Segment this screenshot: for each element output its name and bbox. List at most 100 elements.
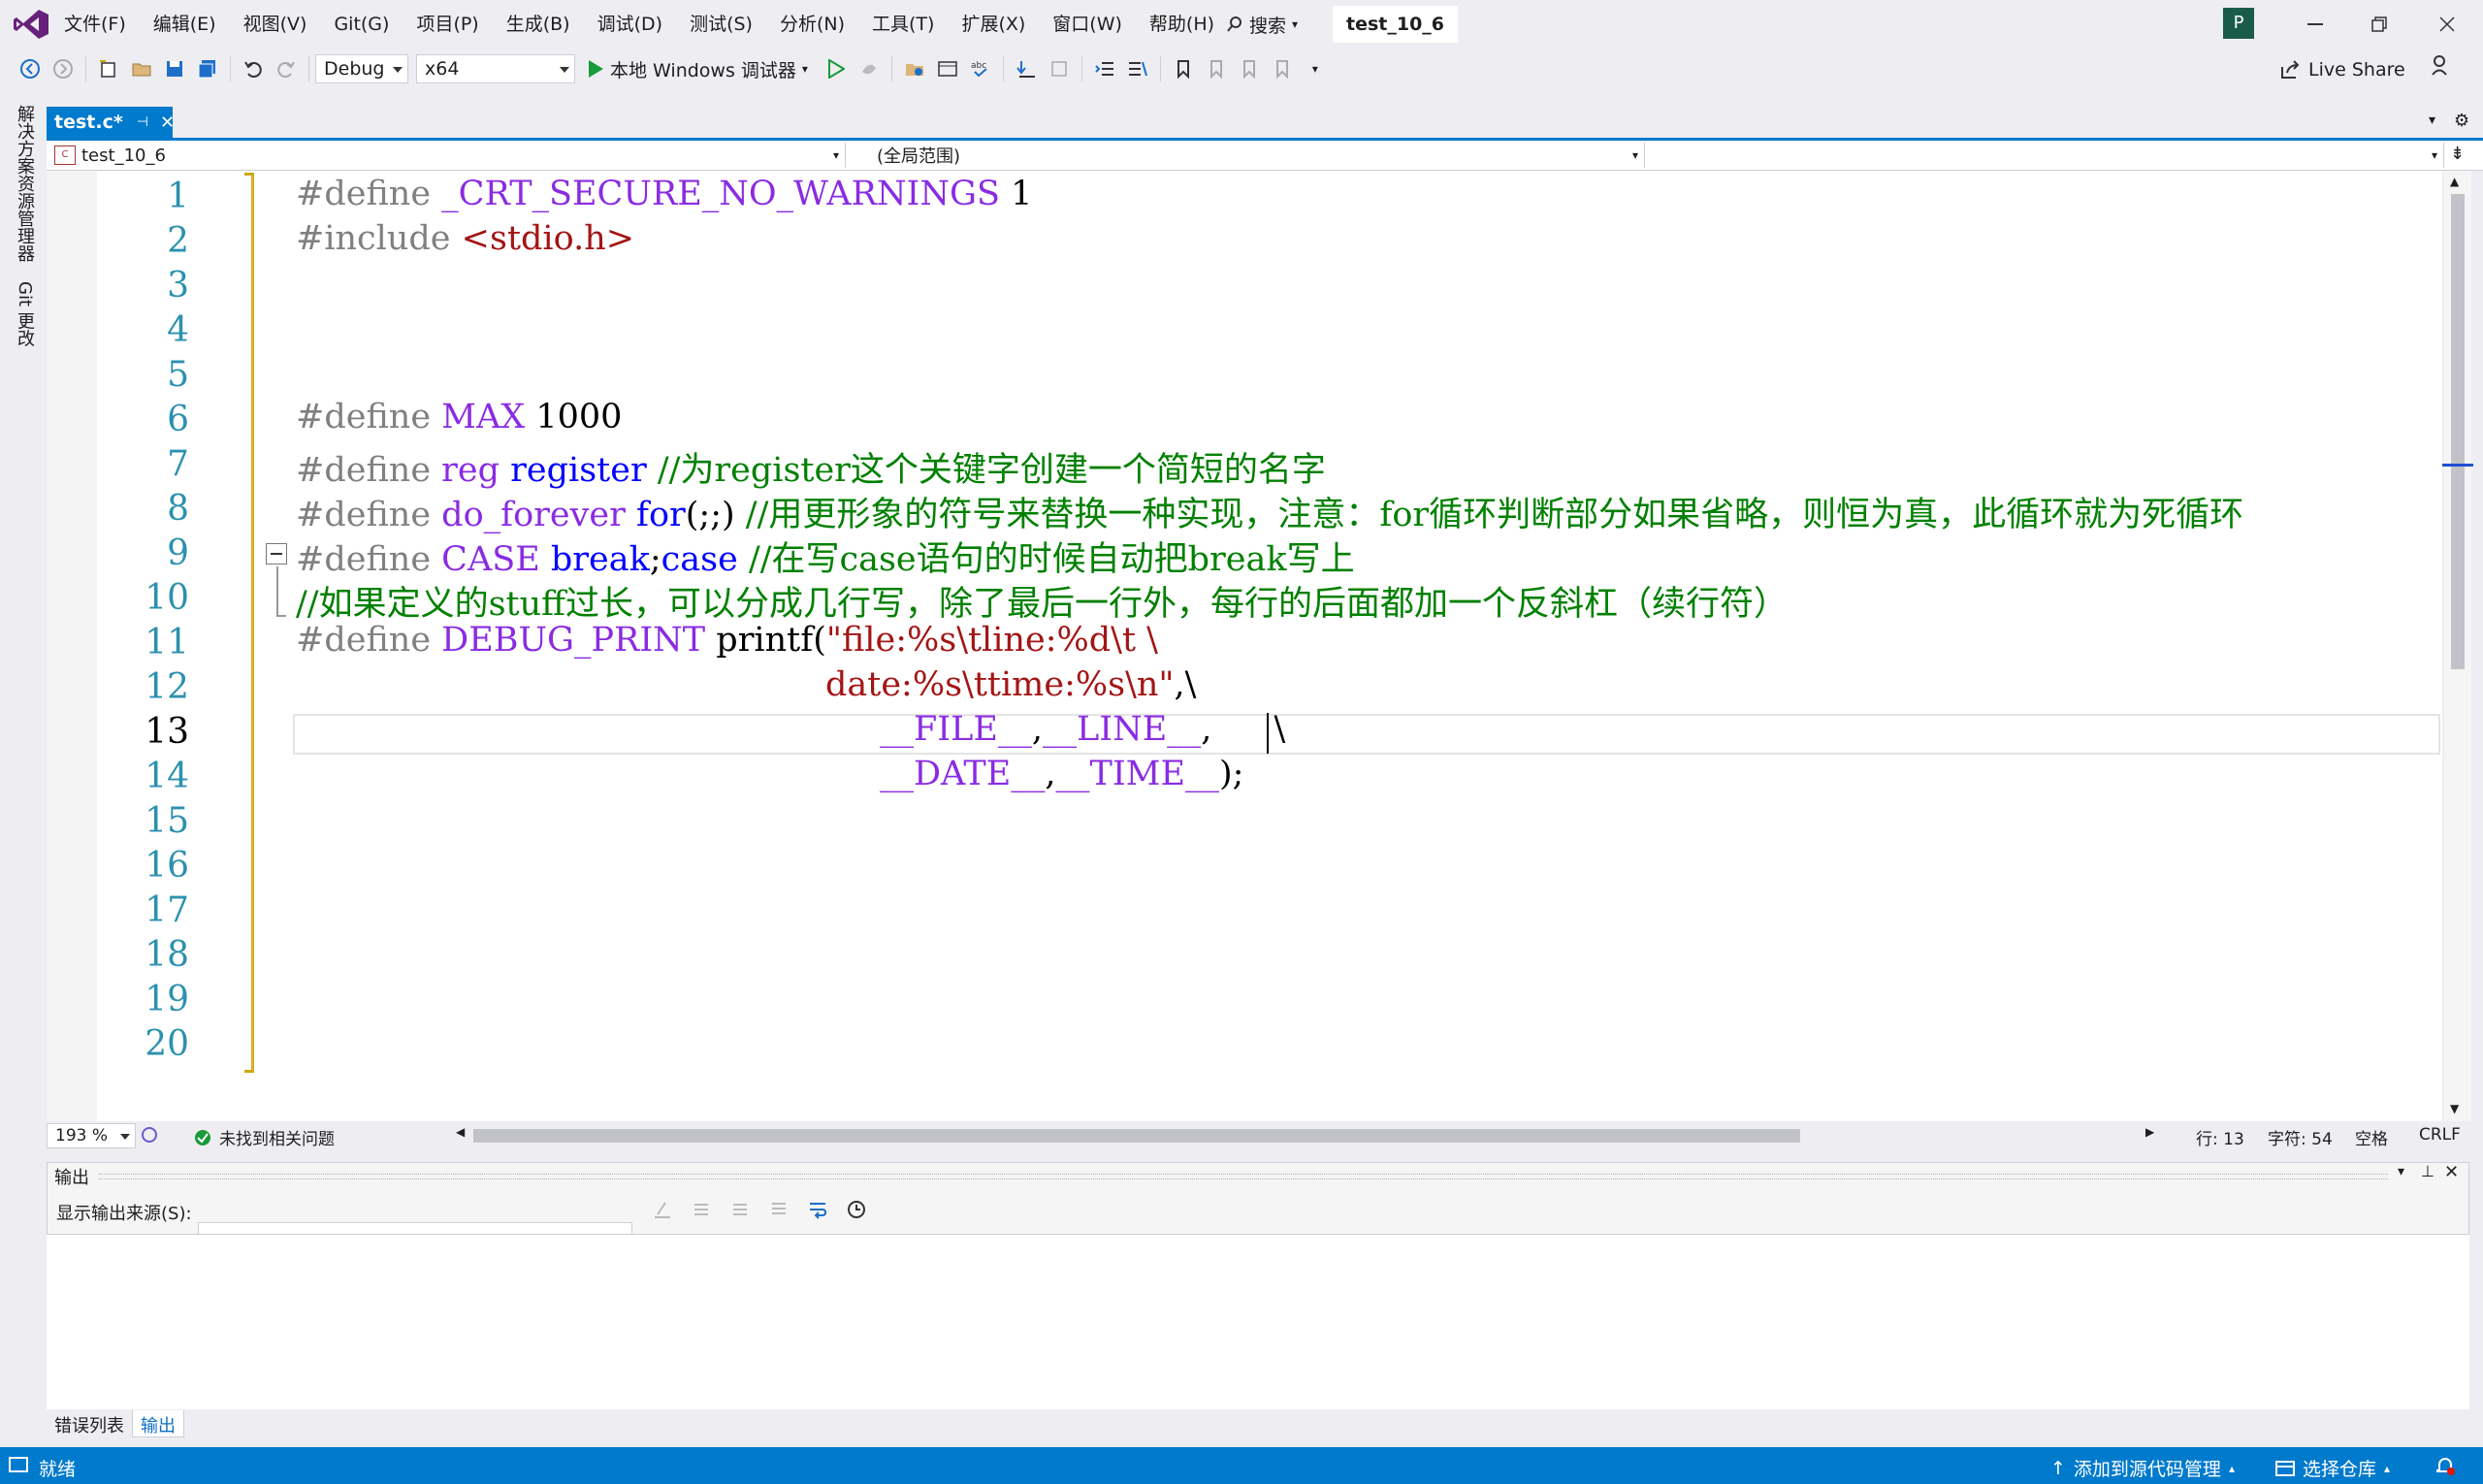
close-window-button[interactable]: [2415, 0, 2479, 48]
toolbar-overflow-icon[interactable]: ▾: [1302, 55, 1329, 82]
scroll-left-icon[interactable]: ◀: [456, 1125, 465, 1139]
arrow-up-icon: ↑: [2050, 1457, 2066, 1479]
menu-window[interactable]: 窗口(W): [1039, 0, 1136, 48]
vertical-scrollbar-thumb[interactable]: [2451, 194, 2465, 669]
notifications-bell-icon[interactable]: [2435, 1455, 2456, 1476]
line-number: 14: [145, 757, 189, 796]
member-dropdown[interactable]: ▾: [1647, 143, 2444, 168]
clear-bookmarks-icon[interactable]: [1269, 55, 1296, 82]
open-folder-icon[interactable]: [128, 55, 155, 82]
line-number: 4: [167, 310, 189, 350]
tab-error-list[interactable]: 错误列表: [47, 1410, 132, 1437]
navigate-back-icon[interactable]: [16, 55, 44, 82]
line-number: 18: [145, 935, 189, 975]
whitespace-indicator[interactable]: 空格: [2355, 1125, 2388, 1149]
line-ending-indicator[interactable]: CRLF: [2419, 1125, 2461, 1145]
save-all-icon[interactable]: [194, 55, 221, 82]
platform-select[interactable]: x64: [416, 54, 575, 83]
git-changes-tab[interactable]: Git 更改: [12, 281, 37, 347]
line-number: 15: [145, 801, 189, 841]
issues-indicator[interactable]: 未找到相关问题: [194, 1125, 335, 1149]
zoom-select[interactable]: 193 %: [47, 1123, 136, 1148]
start-debugging-button[interactable]: 本地 Windows 调试器 ▾: [587, 56, 808, 82]
add-to-source-control-button[interactable]: ↑ 添加到源代码管理 ▴: [2050, 1455, 2235, 1481]
menu-analyze[interactable]: 分析(N): [766, 0, 858, 48]
hot-reload-icon[interactable]: [855, 55, 883, 82]
scroll-down-icon[interactable]: ▼: [2450, 1102, 2459, 1115]
menu-build[interactable]: 生成(B): [493, 0, 584, 48]
horizontal-scrollbar-thumb[interactable]: [473, 1129, 1800, 1143]
spell-check-icon[interactable]: abc: [967, 55, 994, 82]
account-avatar[interactable]: P: [2223, 8, 2254, 39]
char-indicator[interactable]: 字符: 54: [2268, 1125, 2333, 1149]
scroll-right-icon[interactable]: ▶: [2145, 1125, 2154, 1139]
line-number: 7: [167, 444, 189, 484]
menu-project[interactable]: 项目(P): [403, 0, 492, 48]
previous-message-icon[interactable]: [691, 1199, 712, 1220]
live-share-button[interactable]: Live Share: [2279, 52, 2405, 87]
restore-button[interactable]: [2347, 0, 2411, 48]
check-circle-icon: [194, 1129, 211, 1146]
close-icon[interactable]: ✕: [2444, 1162, 2459, 1182]
svg-text:abc: abc: [971, 61, 986, 71]
line-number: 2: [167, 221, 189, 261]
line-indicator[interactable]: 行: 13: [2196, 1125, 2244, 1149]
tab-test-c[interactable]: test.c* ⊣ ✕: [47, 107, 175, 138]
restore-icon: [2371, 16, 2387, 32]
split-view-icon[interactable]: ⇟: [2450, 144, 2465, 164]
code-cleanup-icon[interactable]: [140, 1125, 159, 1145]
code-line-1: #define _CRT_SECURE_NO_WARNINGS 1: [296, 175, 1033, 213]
solution-explorer-tab[interactable]: 解决方案资源管理器: [12, 105, 37, 262]
menu-extensions[interactable]: 扩展(X): [948, 0, 1039, 48]
step-into-icon[interactable]: [1013, 55, 1040, 82]
menu-test[interactable]: 测试(S): [676, 0, 766, 48]
step-over-icon[interactable]: [1046, 55, 1073, 82]
menu-help[interactable]: 帮助(H): [1136, 0, 1228, 48]
clear-all-icon[interactable]: [768, 1199, 790, 1220]
output-text-area[interactable]: [47, 1234, 2469, 1409]
minimize-button[interactable]: [2283, 0, 2347, 48]
project-dropdown[interactable]: C test_10_6 ▾: [48, 143, 846, 168]
undo-icon[interactable]: [240, 55, 267, 82]
select-repository-button[interactable]: 选择仓库 ▴: [2275, 1455, 2390, 1481]
tab-list-dropdown-icon[interactable]: ▾: [2429, 113, 2435, 128]
gear-icon[interactable]: ⚙: [2454, 111, 2469, 131]
save-icon[interactable]: [161, 55, 188, 82]
next-bookmark-icon[interactable]: [1236, 55, 1263, 82]
next-message-icon[interactable]: [729, 1199, 751, 1220]
menu-edit[interactable]: 编辑(E): [140, 0, 230, 48]
window-layout-icon[interactable]: [934, 55, 961, 82]
bookmark-icon[interactable]: [1170, 55, 1197, 82]
solution-explorer-folder-icon[interactable]: [901, 55, 928, 82]
line-number: 11: [145, 623, 189, 662]
menu-git[interactable]: Git(G): [320, 0, 403, 48]
scroll-up-icon[interactable]: ▲: [2450, 175, 2459, 188]
navigate-forward-icon[interactable]: [49, 55, 77, 82]
clock-icon[interactable]: [846, 1199, 867, 1220]
comment-lines-icon[interactable]: [1124, 55, 1151, 82]
indent-icon[interactable]: [1091, 55, 1118, 82]
redo-icon[interactable]: [273, 55, 300, 82]
feedback-icon[interactable]: [2431, 54, 2452, 78]
start-without-debugging-icon[interactable]: [822, 55, 850, 82]
pin-icon[interactable]: ⊥: [2421, 1162, 2435, 1180]
configuration-value: Debug: [324, 58, 385, 80]
notification-icon[interactable]: [8, 1455, 29, 1476]
menu-view[interactable]: 视图(V): [230, 0, 321, 48]
search-button[interactable]: 搜索 ▾: [1220, 8, 1304, 41]
menu-debug[interactable]: 调试(D): [584, 0, 676, 48]
close-icon[interactable]: ✕: [160, 113, 175, 133]
menu-tools[interactable]: 工具(T): [858, 0, 948, 48]
word-wrap-icon[interactable]: [807, 1199, 828, 1220]
panel-options-icon[interactable]: ▾: [2398, 1164, 2404, 1179]
collapse-region-icon[interactable]: [266, 543, 287, 565]
tab-output[interactable]: 输出: [132, 1410, 184, 1437]
menu-file[interactable]: 文件(F): [50, 0, 140, 48]
configuration-select[interactable]: Debug: [315, 54, 408, 83]
previous-bookmark-icon[interactable]: [1203, 55, 1230, 82]
scope-dropdown[interactable]: (全局范围) ▾: [848, 143, 1645, 168]
find-in-output-icon[interactable]: [652, 1199, 673, 1220]
chevron-down-icon: ▾: [2431, 148, 2437, 162]
new-project-icon[interactable]: [95, 55, 122, 82]
pin-icon[interactable]: ⊣: [137, 114, 148, 130]
